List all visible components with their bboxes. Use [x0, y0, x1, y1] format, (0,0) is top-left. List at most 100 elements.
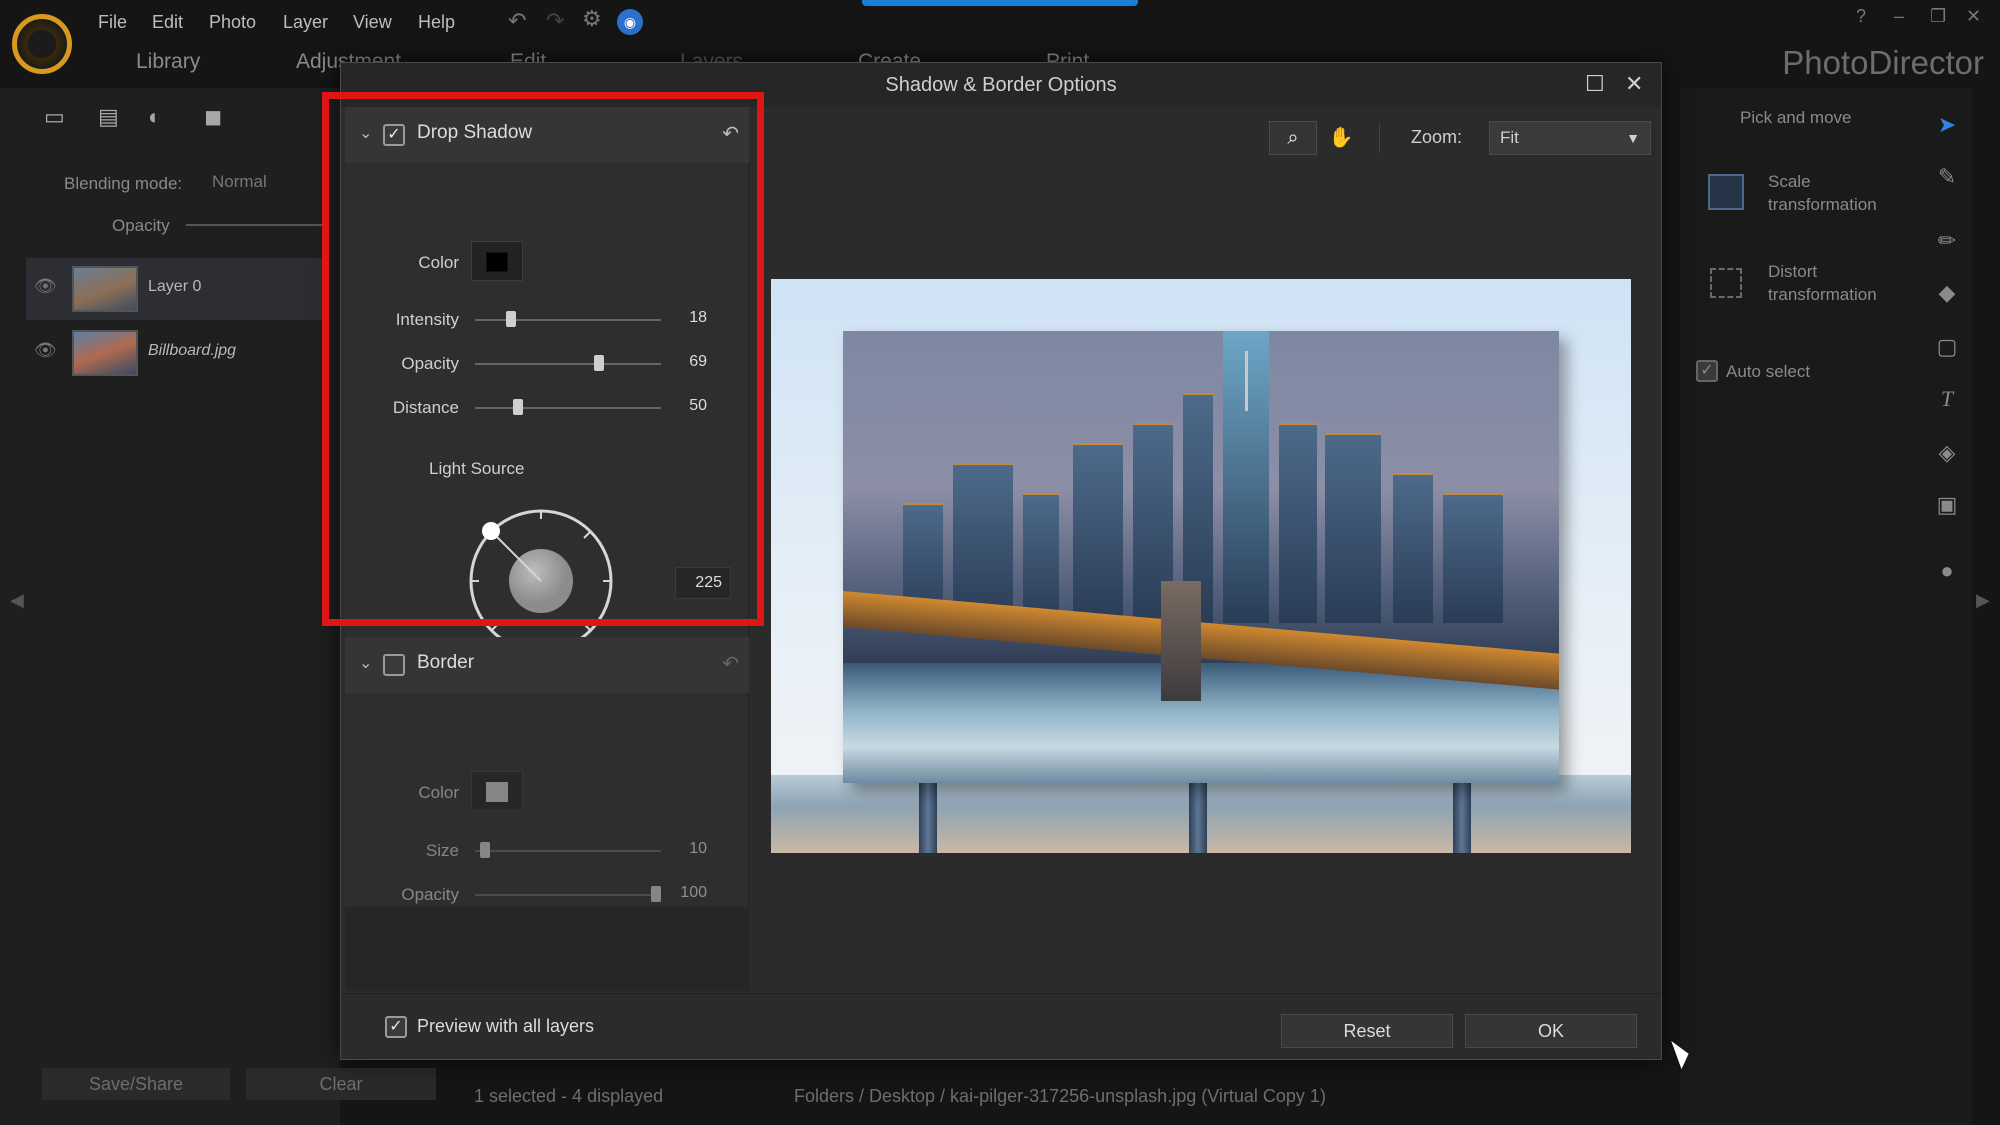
border-color-chip — [486, 782, 508, 802]
app-logo — [12, 14, 72, 74]
brush-icon[interactable]: ✎ — [1934, 164, 1960, 190]
new-layer-icon[interactable]: ▭ — [44, 104, 74, 130]
billboard-post — [919, 771, 937, 853]
mask-icon[interactable]: ◼ — [204, 104, 234, 130]
preview-all-layers-checkbox[interactable]: ✓ — [385, 1016, 407, 1038]
blending-mode-select[interactable]: Normal — [212, 172, 267, 192]
menu-photo[interactable]: Photo — [209, 12, 256, 33]
distort-transformation-icon[interactable] — [1710, 268, 1742, 298]
image-building — [1279, 423, 1317, 623]
layer-row[interactable]: 👁 Layer 0 — [26, 258, 326, 320]
border-checkbox[interactable] — [383, 654, 405, 676]
dialog-close-icon[interactable]: ✕ — [1625, 71, 1643, 97]
gradient-icon[interactable]: ▣ — [1934, 492, 1960, 518]
pick-move-icon[interactable]: ➤ — [1934, 112, 1960, 138]
image-building — [1023, 493, 1059, 623]
tool-options-panel: Pick and move Scale transformation Disto… — [1680, 88, 1920, 1125]
border-title: Border — [417, 652, 475, 673]
selection-status: 1 selected - 4 displayed — [474, 1086, 664, 1106]
billboard-post — [1189, 771, 1207, 853]
opacity-label: Opacity — [112, 216, 170, 235]
layer-menu-icon[interactable]: ▤ — [98, 104, 128, 130]
collapse-left-icon[interactable]: ◀ — [10, 590, 24, 611]
preview-area: ⌕ ✋ Zoom: Fit ▼ — [749, 107, 1661, 991]
menu-edit[interactable]: Edit — [152, 12, 183, 33]
dialog-footer: ✓ Preview with all layers Reset OK — [341, 993, 1661, 1059]
auto-select-label: Auto select — [1726, 362, 1811, 381]
fill-bucket-icon[interactable]: ◈ — [1934, 440, 1960, 466]
minimize-icon[interactable]: – — [1894, 6, 1904, 27]
pencil-icon[interactable]: ✏ — [1934, 228, 1960, 254]
magnifier-icon: ⌕ — [1287, 127, 1299, 149]
border-size-label: Size — [425, 841, 459, 860]
adjustment-layer-icon[interactable]: ◐ — [148, 104, 178, 130]
image-building — [1393, 473, 1433, 623]
layer-row[interactable]: 👁 Billboard.jpg — [26, 322, 326, 384]
border-opacity-value: 100 — [680, 884, 707, 901]
menu-layer[interactable]: Layer — [283, 12, 328, 33]
tool-strip: ➤ ✎ ✏ ◆ ▢ T ◈ ▣ ● — [1920, 88, 1972, 1125]
visibility-eye-icon[interactable]: 👁 — [34, 340, 57, 361]
restore-icon[interactable]: ❐ — [1930, 6, 1946, 27]
maximize-icon[interactable]: ☐ — [1585, 71, 1605, 97]
reset-arrow-icon[interactable]: ↶ — [722, 651, 739, 676]
image-building — [1443, 493, 1503, 623]
border-size-value: 10 — [689, 840, 707, 857]
zoom-value: Fit — [1500, 128, 1519, 147]
caret-down-icon: ▼ — [1626, 130, 1640, 146]
opacity-slider[interactable] — [186, 224, 326, 226]
image-building — [953, 463, 1013, 623]
scale-transformation-icon[interactable] — [1708, 174, 1744, 210]
billboard-image — [843, 331, 1559, 783]
file-path: Folders / Desktop / kai-pilger-317256-un… — [794, 1086, 1326, 1106]
blending-mode-label: Blending mode: — [64, 174, 183, 193]
eraser-icon[interactable]: ◆ — [1934, 280, 1960, 306]
preview-all-layers-label: Preview with all layers — [417, 1016, 595, 1036]
layer-thumbnail — [72, 330, 138, 376]
zoom-label: Zoom: — [1411, 127, 1463, 147]
brand-name: PhotoDirector — [1782, 44, 1984, 81]
clear-button[interactable]: Clear — [246, 1068, 436, 1100]
dropper-icon[interactable]: ● — [1934, 558, 1960, 584]
settings-empty-area — [345, 907, 749, 991]
rectangle-icon[interactable]: ▢ — [1934, 334, 1960, 360]
auto-select-checkbox[interactable]: ✓ — [1696, 360, 1718, 382]
chevron-down-icon[interactable]: ⌄ — [359, 653, 372, 673]
redo-icon[interactable]: ↷ — [546, 8, 564, 34]
visibility-eye-icon[interactable]: 👁 — [34, 276, 57, 297]
toolbar-divider — [1379, 123, 1380, 153]
pick-and-move-label: Pick and move — [1740, 108, 1852, 127]
border-size-slider-thumb[interactable] — [480, 842, 490, 858]
layer-thumbnail — [72, 266, 138, 312]
distort-transformation-label[interactable]: Distort transformation — [1768, 260, 1898, 306]
image-building — [1325, 433, 1381, 623]
menu-help[interactable]: Help — [418, 12, 455, 33]
close-icon[interactable]: ✕ — [1966, 6, 1981, 27]
border-header: ⌄ Border ↶ — [345, 637, 749, 693]
menu-file[interactable]: File — [98, 12, 127, 33]
image-water — [843, 663, 1559, 783]
undo-icon[interactable]: ↶ — [508, 8, 526, 34]
ok-button[interactable]: OK — [1465, 1014, 1637, 1048]
zoom-select[interactable]: Fit ▼ — [1489, 121, 1651, 155]
reset-button[interactable]: Reset — [1281, 1014, 1453, 1048]
border-opacity-slider[interactable] — [475, 894, 661, 896]
border-size-slider[interactable] — [475, 850, 661, 852]
border-color-swatch[interactable] — [471, 771, 523, 811]
pan-tool-button[interactable]: ✋ — [1317, 121, 1365, 155]
image-spire — [1245, 351, 1248, 411]
title-accent-bar — [862, 0, 1138, 6]
highlight-box — [322, 92, 764, 626]
notification-icon[interactable]: ◉ — [617, 9, 643, 35]
zoom-tool-button[interactable]: ⌕ — [1269, 121, 1317, 155]
help-icon[interactable]: ? — [1856, 6, 1866, 27]
border-opacity-slider-thumb[interactable] — [651, 886, 661, 902]
collapse-right-icon[interactable]: ▶ — [1976, 590, 1990, 611]
tab-library[interactable]: Library — [136, 50, 200, 74]
text-tool-icon[interactable]: T — [1934, 386, 1960, 412]
scale-transformation-label[interactable]: Scale transformation — [1768, 170, 1898, 216]
save-share-button[interactable]: Save/Share — [42, 1068, 230, 1100]
settings-gear-icon[interactable]: ⚙ — [582, 6, 602, 32]
border-opacity-label: Opacity — [401, 885, 459, 904]
menu-view[interactable]: View — [353, 12, 392, 33]
